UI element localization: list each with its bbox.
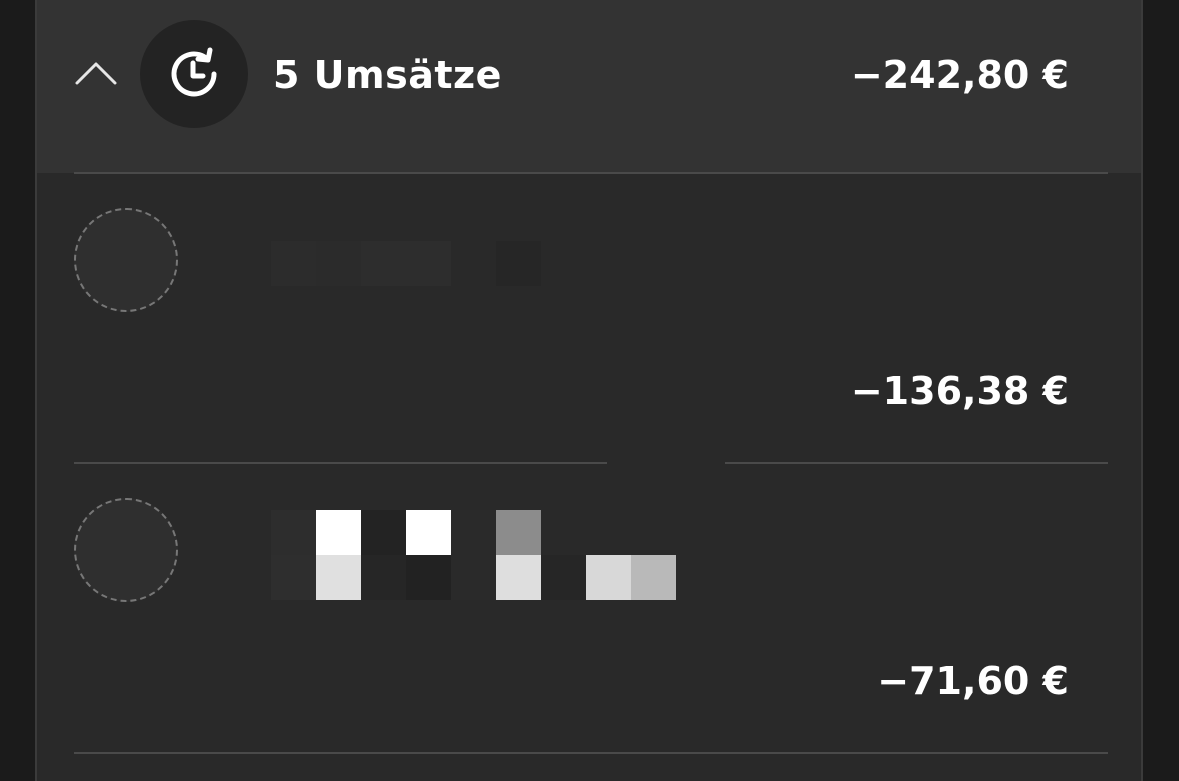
transaction-amount: −71,60 € <box>877 659 1069 703</box>
recurring-clock-icon <box>171 47 217 97</box>
recurring-avatar <box>140 20 248 128</box>
transaction-row[interactable]: −71,60 € <box>37 464 1141 754</box>
transaction-avatar <box>74 208 178 312</box>
transaction-row[interactable]: −136,38 € <box>37 174 1141 464</box>
divider <box>74 752 1108 754</box>
chevron-up-icon <box>75 62 117 85</box>
group-title: 5 Umsätze <box>273 53 502 97</box>
collapse-button[interactable] <box>71 50 121 96</box>
transaction-amount: −136,38 € <box>850 369 1069 413</box>
transaction-avatar <box>74 498 178 602</box>
transactions-panel: 5 Umsätze −242,80 € −136,38 € −71,60 € <box>35 0 1143 781</box>
transaction-group-header[interactable]: 5 Umsätze −242,80 € <box>37 0 1141 173</box>
app-screen: 5 Umsätze −242,80 € −136,38 € −71,60 € <box>0 0 1179 781</box>
group-total-amount: −242,80 € <box>850 53 1069 97</box>
